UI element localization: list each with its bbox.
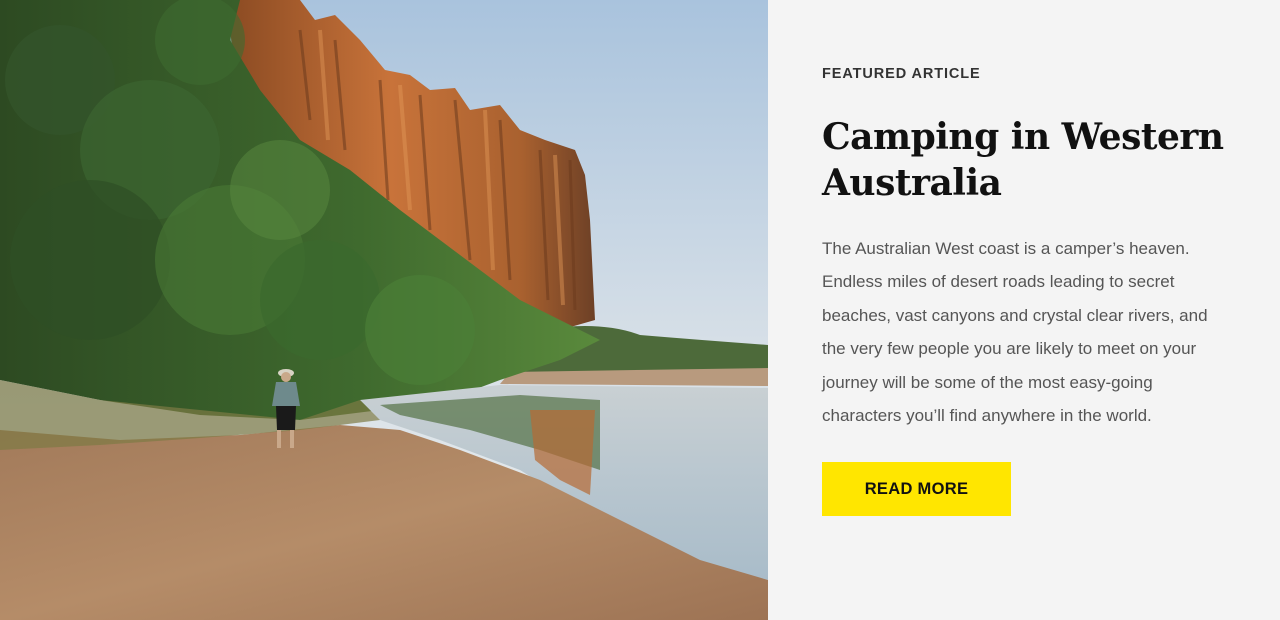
- featured-article-photo: [0, 0, 768, 620]
- gorge-river-landscape-image: [0, 0, 768, 620]
- article-excerpt: The Australian West coast is a camper’s …: [822, 239, 1208, 426]
- article-title[interactable]: Camping in Western Australia: [822, 114, 1226, 206]
- featured-article-eyebrow: FEATURED ARTICLE: [822, 66, 981, 82]
- featured-article-section: FEATURED ARTICLE Camping in Western Aust…: [0, 0, 1280, 620]
- featured-article-content: FEATURED ARTICLE Camping in Western Aust…: [768, 0, 1280, 620]
- read-more-button[interactable]: READ MORE: [822, 462, 1011, 517]
